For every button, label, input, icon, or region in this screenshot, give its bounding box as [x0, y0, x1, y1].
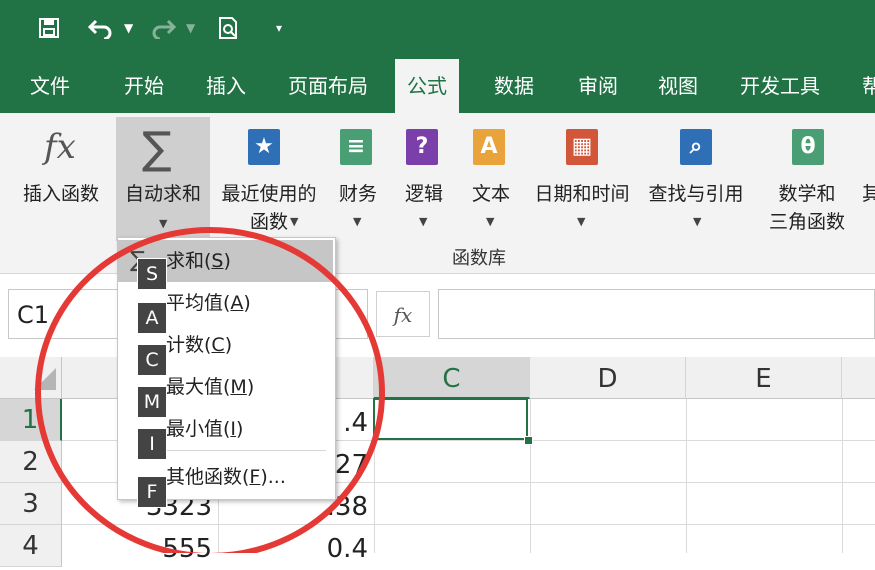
tab-developer[interactable]: 开发工具 — [740, 56, 820, 113]
redo-icon[interactable] — [150, 0, 177, 56]
keytip-c: C — [137, 344, 167, 376]
print-preview-icon[interactable] — [218, 0, 240, 56]
insert-function-button[interactable]: fx 插入函数 — [12, 113, 110, 263]
tab-page-layout[interactable]: 页面布局 — [288, 56, 368, 113]
fill-handle[interactable] — [524, 436, 533, 445]
lookup-reference-label: 查找与引用 — [648, 183, 744, 205]
autosum-button[interactable]: ∑ 自动求和 ▼ — [116, 117, 210, 241]
text-book-icon: A — [473, 129, 505, 165]
financial-label: 财务 — [338, 183, 377, 205]
grid-line — [530, 399, 531, 553]
star-book-icon: ★ — [248, 129, 280, 165]
calendar-book-icon: ▦ — [566, 129, 598, 165]
menu-item-label: 最小值(I) — [166, 418, 244, 440]
financial-button[interactable]: ≡ 财务 ▼ — [330, 113, 386, 263]
fx-icon: fx — [44, 127, 76, 167]
logical-label: 逻辑 — [404, 183, 443, 205]
column-header-e[interactable]: E — [686, 357, 842, 399]
tab-data[interactable]: 数据 — [494, 56, 534, 113]
menu-item-label: 最大值(M) — [166, 376, 255, 398]
date-time-label: 日期和时间 — [534, 183, 630, 205]
row-header-1[interactable]: 1 — [0, 399, 62, 441]
tab-formulas[interactable]: 公式 — [395, 59, 459, 113]
function-library-group-label: 函数库 — [452, 248, 506, 269]
math-trig-label: 数学和 — [778, 183, 836, 205]
coins-book-icon: ≡ — [340, 129, 372, 165]
tab-file[interactable]: 文件 — [30, 56, 70, 113]
tab-review[interactable]: 审阅 — [578, 56, 618, 113]
more-functions-label: 其 — [862, 183, 875, 205]
formula-input[interactable] — [438, 289, 875, 339]
magnifier-book-icon: ⌕ — [680, 129, 712, 165]
undo-dropdown-icon[interactable]: ▼ — [124, 0, 133, 56]
menu-item-label: 计数(C) — [166, 334, 233, 356]
keytip-a: A — [137, 302, 167, 334]
ribbon-tab-bar: 文件 开始 插入 页面布局 公式 数据 审阅 视图 开发工具 帮 — [0, 56, 875, 113]
menu-item-label: 求和(S) — [166, 250, 231, 272]
recent-dropdown-icon: ▼ — [290, 215, 299, 228]
grid-line — [842, 399, 843, 553]
date-time-dropdown-icon: ▼ — [577, 215, 586, 228]
text-button[interactable]: A 文本 ▼ — [464, 113, 518, 263]
active-cell-c1[interactable] — [373, 398, 528, 440]
autosum-label: 自动求和 — [124, 183, 201, 205]
row-header-4[interactable]: 4 — [0, 525, 62, 567]
keytip-s: S — [137, 258, 167, 290]
financial-dropdown-icon: ▼ — [353, 215, 362, 228]
column-header-f[interactable] — [842, 357, 875, 399]
sigma-icon: ∑ — [142, 123, 172, 174]
row-header-3[interactable]: 3 — [0, 483, 62, 525]
redo-dropdown-icon[interactable]: ▼ — [186, 0, 195, 56]
lookup-dropdown-icon: ▼ — [693, 215, 702, 228]
column-header-c[interactable]: C — [374, 357, 530, 399]
math-trig-label-2: 三角函数 — [768, 211, 845, 233]
cell-a4[interactable]: 555 — [130, 528, 212, 570]
customize-qat-icon[interactable]: ▾ — [276, 0, 282, 56]
more-functions-button[interactable]: 其 — [862, 113, 875, 263]
column-header-d[interactable]: D — [530, 357, 686, 399]
insert-function-label: 插入函数 — [22, 183, 99, 205]
tab-insert[interactable]: 插入 — [206, 56, 246, 113]
lookup-reference-button[interactable]: ⌕ 查找与引用 ▼ — [640, 113, 752, 263]
undo-icon[interactable] — [87, 0, 114, 56]
insert-function-fx-button[interactable]: fx — [376, 291, 430, 337]
keytip-m: M — [137, 386, 167, 418]
select-all-triangle-icon — [34, 368, 56, 390]
row-header-2[interactable]: 2 — [0, 441, 62, 483]
quick-access-toolbar: ▼ ▼ ▾ — [0, 0, 875, 56]
recent-functions-label: 最近使用的 — [221, 183, 317, 205]
tab-help[interactable]: 帮 — [862, 56, 875, 113]
text-label: 文本 — [471, 183, 510, 205]
menu-item-label: 其他函数(F)... — [166, 466, 286, 488]
tab-view[interactable]: 视图 — [658, 56, 698, 113]
math-trig-button[interactable]: θ 数学和 三角函数 — [754, 113, 860, 263]
logical-button[interactable]: ? 逻辑 ▼ — [398, 113, 450, 263]
cell-b4[interactable]: 0.4 — [300, 528, 368, 570]
save-icon[interactable] — [38, 0, 60, 56]
keytip-i: I — [137, 428, 167, 460]
recent-functions-label-2: 函数 — [249, 211, 288, 233]
question-book-icon: ? — [406, 129, 438, 165]
autosum-dropdown-icon: ▼ — [159, 217, 168, 230]
menu-item-label: 平均值(A) — [166, 292, 251, 314]
menu-separator — [166, 450, 326, 451]
text-dropdown-icon: ▼ — [486, 215, 495, 228]
date-time-button[interactable]: ▦ 日期和时间 ▼ — [526, 113, 638, 263]
logical-dropdown-icon: ▼ — [419, 215, 428, 228]
theta-book-icon: θ — [792, 129, 824, 165]
keytip-f: F — [137, 476, 167, 508]
grid-line — [686, 399, 687, 553]
tab-home[interactable]: 开始 — [124, 56, 164, 113]
